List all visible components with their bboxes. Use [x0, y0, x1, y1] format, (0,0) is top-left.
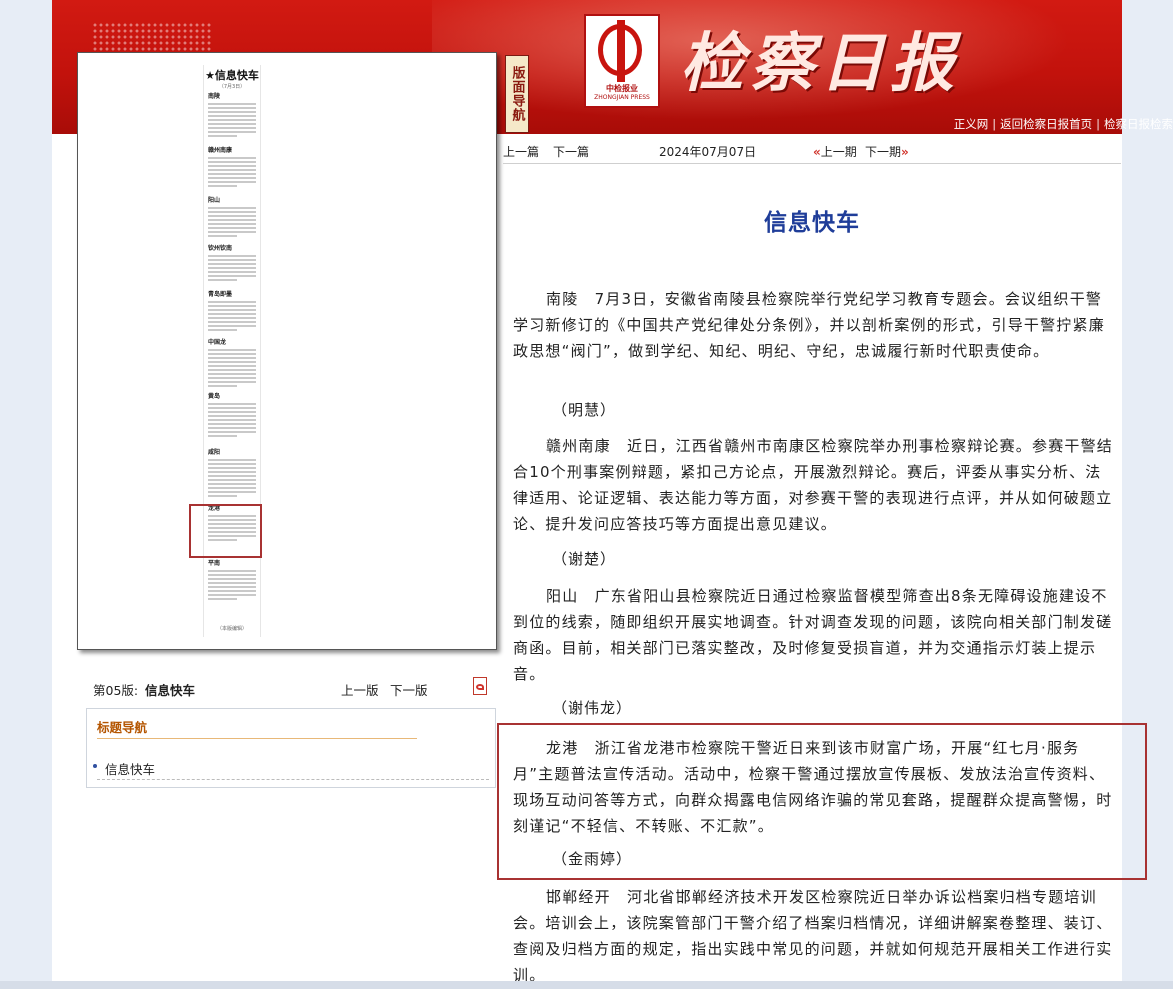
pdf-icon[interactable] — [473, 677, 487, 695]
article-paragraph: 赣州南康 近日，江西省赣州市南康区检察院举办刑事检察辩论赛。参赛干警结合10个刑… — [513, 437, 1114, 533]
press-logo-icon: 中检报业 ZHONGJIAN PRESS — [584, 14, 660, 108]
mini-article: 青岛即墨 — [208, 291, 256, 333]
banner-dot-pattern — [92, 22, 212, 52]
next-issue-link[interactable]: 下一期» — [865, 143, 909, 160]
left-arrow-icon: « — [813, 145, 821, 159]
link-zhengyiwang[interactable]: 正义网 — [954, 117, 989, 131]
article-paragraph: 邯郸经开 河北省邯郸经济技术开发区检察院近日举办诉讼档案归档专题培训会。培训会上… — [513, 888, 1113, 984]
newspaper-brand: 检察日报 — [680, 26, 960, 101]
mini-article: 平南 — [208, 560, 256, 602]
edition-number: 第05版: — [93, 683, 139, 698]
title-nav-heading: 标题导航 — [97, 720, 148, 735]
title-nav-divider — [97, 738, 417, 739]
layout-nav-tab[interactable]: 版面导航 — [505, 55, 529, 133]
article-nav-divider — [503, 163, 1121, 164]
prev-article-link[interactable]: 上一篇 — [503, 143, 539, 160]
right-arrow-icon: » — [901, 145, 909, 159]
link-home[interactable]: 返回检察日报首页 — [1000, 117, 1092, 131]
title-nav-dashed-line — [97, 779, 489, 780]
link-search[interactable]: 检察日报检索 — [1104, 117, 1173, 131]
mini-date: （7月3日） — [218, 84, 246, 90]
article-author: （谢伟龙） — [552, 699, 633, 717]
mini-article: 阳山 — [208, 197, 256, 239]
article-title: 信息快车 — [764, 210, 860, 236]
title-nav-item[interactable]: 信息快车 — [105, 759, 155, 778]
issue-date: 2024年07月07日 — [659, 145, 757, 159]
bottom-band — [0, 981, 1173, 989]
edition-name: 信息快车 — [145, 683, 196, 698]
article-author: （金雨婷） — [552, 850, 633, 868]
mini-footer: （本版编辑） — [216, 626, 247, 632]
article-paragraph: 龙港 浙江省龙港市检察院干警近日来到该市财富广场，开展“红七月·服务月”主题普法… — [513, 739, 1113, 835]
selected-article-hotspot[interactable] — [189, 504, 262, 558]
article-author: （明慧） — [552, 401, 617, 419]
mini-article: 咸阳 — [208, 449, 256, 499]
mini-article: 中国龙 — [208, 339, 256, 389]
prev-edition-link[interactable]: 上一版 — [341, 680, 379, 699]
mini-article: 赣州南康 — [208, 147, 256, 189]
mini-title: ★信息快车 — [205, 69, 259, 82]
next-article-link[interactable]: 下一篇 — [553, 143, 589, 160]
logo-en-text: ZHONGJIAN PRESS — [594, 94, 650, 101]
prev-issue-link[interactable]: «上一期 — [813, 143, 857, 160]
article-paragraph: 南陵 7月3日，安徽省南陵县检察院举行党纪学习教育专题会。会议组织干警学习新修订… — [513, 290, 1105, 360]
bullet-icon — [93, 764, 97, 768]
banner-links: 正义网 | 返回检察日报首页 | 检察日报检索 — [953, 117, 1173, 131]
page-preview-image[interactable]: ★信息快车 （7月3日） 南陵 赣州南康 阳山 钦州钦南 青岛即墨 中国龙 黄岛… — [77, 52, 497, 650]
edition-bar: 第05版: 信息快车 上一版 下一版 — [93, 677, 493, 699]
next-edition-link[interactable]: 下一版 — [390, 680, 428, 699]
mini-article: 钦州钦南 — [208, 245, 256, 283]
article-paragraph: 阳山 广东省阳山县检察院近日通过检察监督模型筛查出8条无障碍设施建设不到位的线索… — [513, 587, 1113, 683]
logo-cn-text: 中检报业 — [606, 84, 638, 93]
mini-article: 黄岛 — [208, 393, 256, 439]
mini-article: 南陵 — [208, 93, 256, 139]
article-author: （谢楚） — [552, 550, 617, 568]
article-nav-bar: 上一篇 下一篇 2024年07月07日 «上一期 下一期» — [503, 143, 1121, 163]
title-nav-panel: 标题导航 信息快车 — [86, 708, 496, 788]
